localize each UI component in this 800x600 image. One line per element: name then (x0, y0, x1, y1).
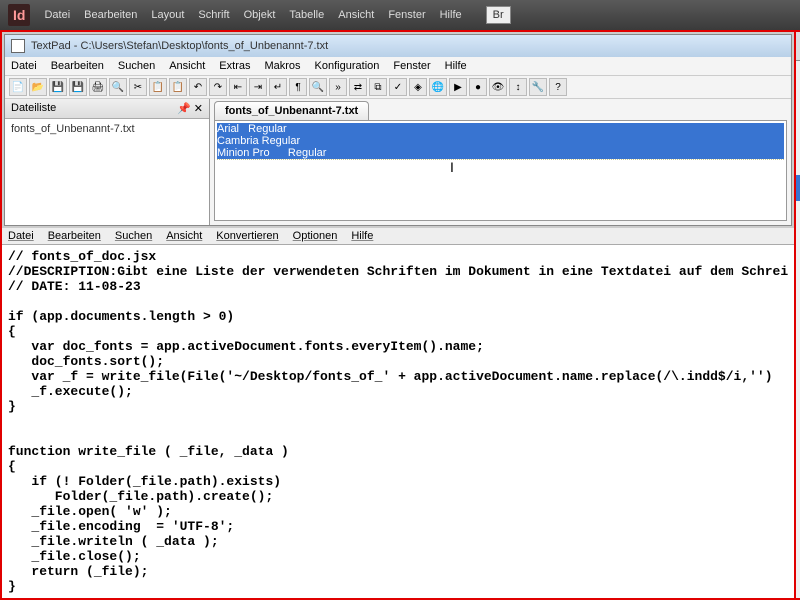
tp-menu-bearbeiten[interactable]: Bearbeiten (51, 60, 104, 72)
editor-area: fonts_of_Unbenannt-7.txt Arial Regular C… (210, 99, 791, 225)
tb-copy-icon[interactable]: 📋 (149, 78, 167, 96)
tb-find-icon[interactable]: 🔍 (309, 78, 327, 96)
guide-line (217, 159, 784, 160)
scripts-panel: Skriptetiket Datenzusam Skripte ▽Anwendu… (794, 30, 800, 600)
tb-paste-icon[interactable]: 📋 (169, 78, 187, 96)
tp-menu-suchen[interactable]: Suchen (118, 60, 155, 72)
tb-open-icon[interactable]: 📂 (29, 78, 47, 96)
editor-content[interactable]: Arial Regular Cambria Regular Minion Pro… (214, 120, 787, 221)
tb-eye-icon[interactable]: 👁 (489, 78, 507, 96)
editor-line-3: Minion Pro Regular (217, 147, 784, 159)
tree-script-objekte[interactable]: objekte vermessen (796, 105, 800, 119)
menu-bearbeiten[interactable]: Bearbeiten (84, 9, 137, 21)
tb-globe-icon[interactable]: 🌐 (429, 78, 447, 96)
tree-script-allesbeenden[interactable]: allesbeenden (796, 201, 800, 215)
script-editor-menu: Datei Bearbeiten Suchen Ansicht Konverti… (2, 228, 794, 245)
tb-help-icon[interactable]: ? (549, 78, 567, 96)
tb-run-icon[interactable]: ▶ (449, 78, 467, 96)
menu-objekt[interactable]: Objekt (244, 9, 276, 21)
textpad-menu: Datei Bearbeiten Suchen Ansicht Extras M… (5, 57, 791, 76)
tb-macro-icon[interactable]: ● (469, 78, 487, 96)
scripts-tree: ▽Anwendung Indic Preferences labelImageS… (796, 61, 800, 231)
menu-tabelle[interactable]: Tabelle (289, 9, 324, 21)
file-list-item[interactable]: fonts_of_Unbenannt-7.txt (11, 123, 203, 135)
tp-menu-konfiguration[interactable]: Konfiguration (315, 60, 380, 72)
tp-menu-datei[interactable]: Datei (11, 60, 37, 72)
editor-line-1: Arial Regular (217, 123, 784, 135)
tab-skriptetikett[interactable]: Skriptetiket (796, 32, 800, 60)
tb-spell-icon[interactable]: ✓ (389, 78, 407, 96)
se-menu-ansicht[interactable]: Ansicht (166, 230, 202, 242)
menu-datei[interactable]: Datei (44, 9, 70, 21)
dateiliste-title: Dateiliste (11, 102, 56, 115)
bridge-button[interactable]: Br (486, 6, 511, 24)
se-menu-hilfe[interactable]: Hilfe (351, 230, 373, 242)
tp-menu-hilfe[interactable]: Hilfe (445, 60, 467, 72)
textpad-toolbar: 📄 📂 💾 💾 🖨 🔍 ✂ 📋 📋 ↶ ↷ ⇤ ⇥ ↵ ¶ 🔍 » ⇄ ⧉ ✓ (5, 76, 791, 99)
menu-hilfe[interactable]: Hilfe (440, 9, 462, 21)
tp-menu-ansicht[interactable]: Ansicht (169, 60, 205, 72)
editor-tab[interactable]: fonts_of_Unbenannt-7.txt (214, 101, 369, 120)
tb-replace-icon[interactable]: ⇄ (349, 78, 367, 96)
se-menu-datei[interactable]: Datei (8, 230, 34, 242)
se-menu-suchen[interactable]: Suchen (115, 230, 152, 242)
tb-cut-icon[interactable]: ✂ (129, 78, 147, 96)
dateiliste-controls[interactable]: 📌 ✕ (177, 102, 203, 115)
menu-ansicht[interactable]: Ansicht (338, 9, 374, 21)
indesign-logo: Id (8, 4, 30, 26)
menu-schrift[interactable]: Schrift (198, 9, 229, 21)
tb-sort-icon[interactable]: ↕ (509, 78, 527, 96)
tree-script-labelimagesize[interactable]: labelImageSize (796, 91, 800, 105)
textpad-title-text: TextPad - C:\Users\Stefan\Desktop\fonts_… (31, 40, 328, 52)
text-cursor-icon: I (450, 159, 454, 175)
tp-menu-extras[interactable]: Extras (219, 60, 250, 72)
script-editor: Datei Bearbeiten Suchen Ansicht Konverti… (2, 228, 794, 598)
textpad-icon (11, 39, 25, 53)
tb-bookmark-icon[interactable]: ◈ (409, 78, 427, 96)
script-code[interactable]: // fonts_of_doc.jsx //DESCRIPTION:Gibt e… (2, 245, 794, 598)
tb-saveall-icon[interactable]: 💾 (69, 78, 87, 96)
tree-script-tabellenfuellen[interactable]: tabellen füllen (796, 215, 800, 229)
tb-indent-left-icon[interactable]: ⇤ (229, 78, 247, 96)
se-menu-konvertieren[interactable]: Konvertieren (216, 230, 278, 242)
menu-layout[interactable]: Layout (151, 9, 184, 21)
tb-wrap-icon[interactable]: ↵ (269, 78, 287, 96)
tb-new-icon[interactable]: 📄 (9, 78, 27, 96)
tb-findnext-icon[interactable]: » (329, 78, 347, 96)
tree-script-indic[interactable]: Indic Preferences (796, 77, 800, 91)
se-menu-optionen[interactable]: Optionen (293, 230, 338, 242)
dateiliste-panel: Dateiliste 📌 ✕ fonts_of_Unbenannt-7.txt (5, 99, 210, 225)
workspace-left: TextPad - C:\Users\Stefan\Desktop\fonts_… (0, 30, 794, 600)
editor-line-2: Cambria Regular (217, 135, 784, 147)
tb-preview-icon[interactable]: 🔍 (109, 78, 127, 96)
indesign-menubar: Id Datei Bearbeiten Layout Schrift Objek… (0, 0, 800, 30)
tree-folder-anwendung[interactable]: ▽Anwendung (796, 63, 800, 77)
tb-tools-icon[interactable]: 🔧 (529, 78, 547, 96)
tb-pilcrow-icon[interactable]: ¶ (289, 78, 307, 96)
tb-undo-icon[interactable]: ↶ (189, 78, 207, 96)
tree-folder-benutzer[interactable]: ▽Benutzer (796, 161, 800, 175)
tp-menu-fenster[interactable]: Fenster (393, 60, 430, 72)
menu-fenster[interactable]: Fenster (388, 9, 425, 21)
panel-tabs: Skriptetiket Datenzusam Skripte (796, 32, 800, 61)
tb-print-icon[interactable]: 🖨 (89, 78, 107, 96)
tb-compare-icon[interactable]: ⧉ (369, 78, 387, 96)
tb-indent-right-icon[interactable]: ⇥ (249, 78, 267, 96)
tree-folder-samples[interactable]: ▽Samples (796, 119, 800, 133)
tree-script-alleschriftarten[interactable]: alle schriftarten ⇖ (( )) (796, 175, 800, 201)
textpad-titlebar: TextPad - C:\Users\Stefan\Desktop\fonts_… (5, 35, 791, 57)
tree-folder-javascript[interactable]: ▷JavaScript (796, 133, 800, 147)
tb-save-icon[interactable]: 💾 (49, 78, 67, 96)
tb-redo-icon[interactable]: ↷ (209, 78, 227, 96)
tp-menu-makros[interactable]: Makros (264, 60, 300, 72)
se-menu-bearbeiten[interactable]: Bearbeiten (48, 230, 101, 242)
textpad-window: TextPad - C:\Users\Stefan\Desktop\fonts_… (4, 34, 792, 226)
tree-folder-vbscript[interactable]: ▷VBScript (796, 147, 800, 161)
